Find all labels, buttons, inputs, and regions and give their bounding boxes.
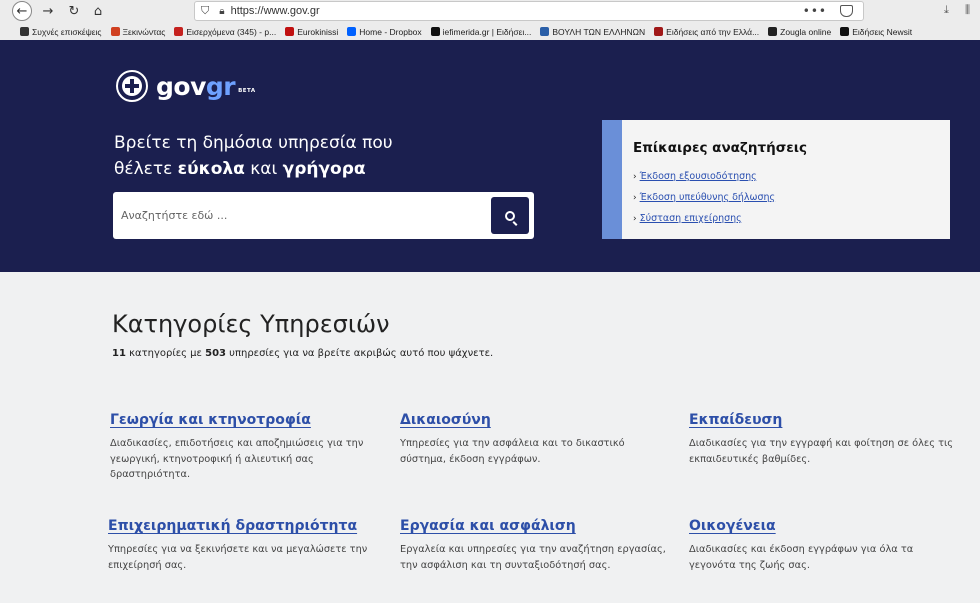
bookmark-favicon-icon [654,27,664,36]
bookmark-label: Ξεκινώντας [122,26,166,37]
bookmark-item[interactable]: Eurokinissi [285,27,338,37]
forward-icon[interactable]: → [38,1,58,21]
category-description: Διαδικασίες και έκδοση εγγράφων για όλα … [689,544,914,571]
bookmark-label: Ειδήσεις από την Ελλά... [666,26,760,37]
service-categories-section: Κατηγορίες Υπηρεσιών 11 κατηγορίες με 50… [0,272,980,603]
hero-tagline: Βρείτε τη δημόσια υπηρεσία που θέλετε εύ… [114,133,393,179]
bookmark-item[interactable]: Ειδήσεις Newsit [840,27,912,37]
home-icon[interactable]: ⌂ [88,1,108,21]
bookmark-label: Home - Dropbox [359,26,422,37]
shield-icon[interactable]: ⛉ [201,4,209,18]
bookmark-item[interactable]: Ειδήσεις από την Ελλά... [654,27,759,37]
page-actions-menu-icon[interactable]: ••• [803,4,827,18]
beta-badge: BETA [238,88,256,94]
bookmark-label: Εισερχόμενα (345) - p... [186,26,277,37]
bookmark-favicon-icon [174,27,184,36]
trending-link[interactable]: Σύσταση επιχείρησης [640,213,742,224]
bookmark-favicon-icon [347,27,357,36]
bookmark-label: Ειδήσεις Newsit [852,26,913,37]
bookmark-item[interactable]: Zougla online [768,27,831,37]
logo-wordmark: govgr [156,71,236,101]
bookmark-label: ΒΟΥΛΗ ΤΩΝ ΕΛΛΗΝΩΝ [552,26,646,37]
category-card: Εργασία και ασφάλιση Εργαλεία και υπηρεσ… [400,518,670,573]
category-description: Διαδικασίες για την εγγραφή και φοίτηση … [689,438,954,465]
lock-icon[interactable]: 🔒︎ [219,6,224,17]
bookmark-item[interactable]: iefimerida.gr | Ειδήσει... [430,26,532,37]
bookmark-favicon-icon [540,27,550,36]
chevron-right-icon: › [633,193,637,203]
category-card: Επιχειρηματική δραστηριότητα Υπηρεσίες γ… [108,518,376,573]
category-description: Υπηρεσίες για να ξεκινήσετε και να μεγαλ… [108,544,368,571]
govgr-logo[interactable]: govgr BETA [116,70,256,102]
category-link[interactable]: Εργασία και ασφάλιση [400,518,670,534]
search-icon [505,210,515,221]
bookmark-item[interactable]: ΒΟΥΛΗ ΤΩΝ ΕΛΛΗΝΩΝ [540,27,645,37]
category-link[interactable]: Οικογένεια [689,518,929,534]
category-description: Εργαλεία και υπηρεσίες για την αναζήτηση… [400,544,666,571]
bookmark-item[interactable]: Ξεκινώντας [110,26,166,37]
category-link[interactable]: Επιχειρηματική δραστηριότητα [108,518,376,534]
address-bar[interactable]: ⛉ 🔒︎ https://www.gov.gr ••• [194,1,864,21]
trending-item: › Σύσταση επιχείρησης [633,213,775,234]
bookmark-label: Eurokinissi [297,26,339,37]
search-box [113,192,534,239]
url-text[interactable]: https://www.gov.gr [231,5,320,17]
category-card: Γεωργία και κτηνοτροφία Διαδικασίες, επι… [110,412,372,483]
category-card: Οικογένεια Διαδικασίες και έκδοση εγγράφ… [689,518,929,573]
bookmark-item[interactable]: Συχνές επισκέψεις [20,27,102,37]
browser-toolbar: ← → ↻ ⌂ ⛉ 🔒︎ https://www.gov.gr ••• ⤓ ⫼ [0,0,980,22]
hero-banner: govgr BETA Βρείτε τη δημόσια υπηρεσία πο… [0,40,980,272]
trending-item: › Έκδοση υπεύθυνης δήλωσης [633,192,775,213]
bookmark-label: Zougla online [780,26,832,37]
library-icon[interactable]: ⫼ [965,3,970,17]
search-button[interactable] [491,197,529,234]
browser-chrome: ← → ↻ ⌂ ⛉ 🔒︎ https://www.gov.gr ••• ⤓ ⫼ … [0,0,980,40]
bookmark-favicon-icon [110,27,120,36]
categories-heading: Κατηγορίες Υπηρεσιών [112,310,390,338]
bookmark-label: Συχνές επισκέψεις [32,26,102,37]
category-description: Διαδικασίες, επιδοτήσεις και αποζημιώσει… [110,438,364,480]
trending-link[interactable]: Έκδοση εξουσιοδότησης [640,171,757,182]
download-icon[interactable]: ⤓ [944,3,949,17]
bookmark-item[interactable]: Εισερχόμενα (345) - p... [174,27,276,37]
search-input[interactable] [121,204,481,226]
bookmark-favicon-icon [430,27,440,36]
bookmark-favicon-icon [768,27,778,36]
chevron-right-icon: › [633,214,637,224]
trending-searches-panel: Επίκαιρες αναζητήσεις › Έκδοση εξουσιοδότ… [602,120,950,239]
bookmark-favicon-icon [20,27,29,36]
trending-link[interactable]: Έκδοση υπεύθυνης δήλωσης [640,192,775,203]
reload-icon[interactable]: ↻ [64,1,84,21]
category-card: Εκπαίδευση Διαδικασίες για την εγγραφή κ… [689,412,959,467]
trending-title: Επίκαιρες αναζητήσεις [633,140,808,156]
bookmark-favicon-icon [840,27,850,36]
bookmark-label: iefimerida.gr | Ειδήσει... [442,26,532,37]
bookmarks-bar: Συχνές επισκέψεις Ξεκινώντας Εισερχόμενα (… [0,23,980,40]
trending-list: › Έκδοση εξουσιοδότησης › Έκδοση υπεύθυνης… [633,171,775,234]
category-link[interactable]: Γεωργία και κτηνοτροφία [110,412,372,428]
categories-subtitle: 11 κατηγορίες με 503 υπηρεσίες για να βρ… [112,348,494,359]
chevron-right-icon: › [633,172,637,182]
trending-item: › Έκδοση εξουσιοδότησης [633,171,775,192]
category-description: Υπηρεσίες για την ασφάλεια και το δικαστ… [400,438,625,465]
back-icon[interactable]: ← [12,1,32,21]
bookmark-item[interactable]: Home - Dropbox [347,26,422,37]
greek-flag-emblem-icon [116,70,148,102]
bookmark-favicon-icon [285,27,295,36]
category-link[interactable]: Δικαιοσύνη [400,412,648,428]
category-card: Δικαιοσύνη Υπηρεσίες για την ασφάλεια κα… [400,412,648,467]
category-link[interactable]: Εκπαίδευση [689,412,959,428]
pocket-icon[interactable] [840,5,853,17]
